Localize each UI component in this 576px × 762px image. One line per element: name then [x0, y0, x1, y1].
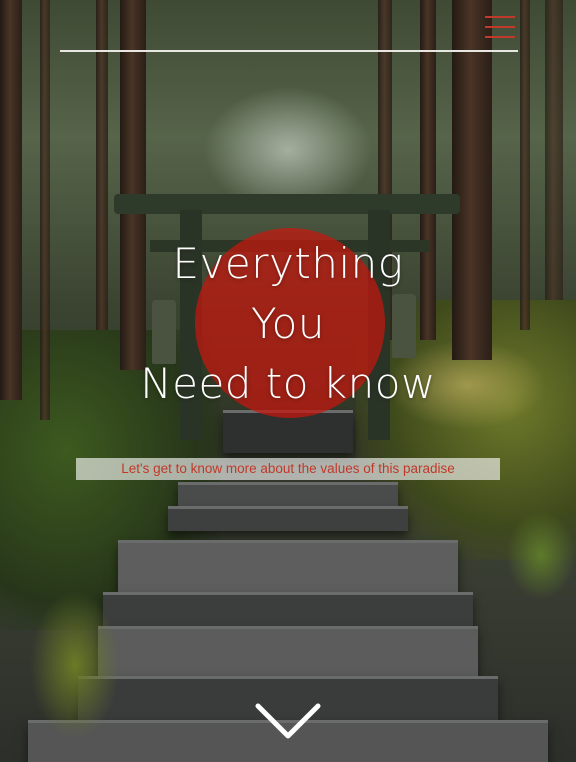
header-divider [60, 50, 518, 52]
chevron-down-icon-graphic [255, 703, 321, 739]
chevron-down-icon[interactable] [254, 700, 322, 744]
hero-title-line: You [251, 299, 325, 348]
menu-bar [485, 26, 515, 28]
hero-tagline: Let's get to know more about the values … [76, 458, 500, 480]
stone-step [103, 592, 473, 629]
hero-title: Everything You Need to know [0, 234, 576, 414]
moss-patch [30, 590, 120, 740]
moss-patch [506, 510, 576, 600]
torii-gate-beam [114, 194, 460, 214]
stone-step [98, 626, 478, 683]
hero-title-line: Need to know [140, 359, 436, 408]
stone-step [178, 482, 398, 509]
hamburger-menu-icon[interactable] [485, 16, 515, 40]
menu-bar [485, 36, 515, 38]
stone-step [168, 506, 408, 531]
hero-title-line: Everything [172, 239, 404, 288]
stone-step [118, 540, 458, 595]
menu-bar [485, 16, 515, 18]
